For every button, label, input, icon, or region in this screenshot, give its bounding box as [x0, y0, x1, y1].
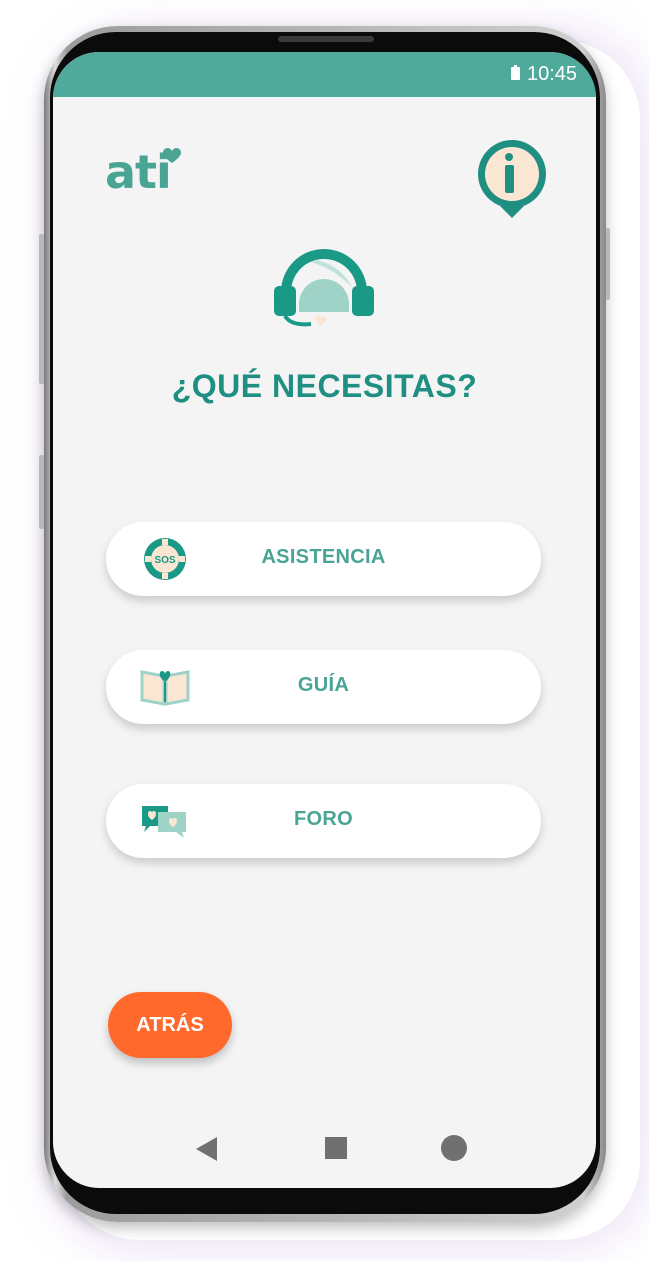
- device-side-button: [39, 455, 44, 529]
- logo-heart-icon: [163, 148, 181, 163]
- home-square-icon[interactable]: [325, 1137, 347, 1159]
- back-triangle-icon[interactable]: [195, 1136, 219, 1162]
- app-logo: ati: [105, 145, 172, 199]
- status-time: 10:45: [527, 63, 578, 85]
- headset-icon: [274, 249, 374, 327]
- device-side-button: [606, 228, 610, 300]
- device-side-button: [39, 234, 44, 384]
- assistance-button[interactable]: SOS ASISTENCIA: [106, 522, 541, 596]
- info-bubble-icon[interactable]: [474, 138, 550, 220]
- back-button[interactable]: ATRÁS: [108, 992, 232, 1058]
- guide-label: GUÍA: [297, 674, 350, 696]
- forum-button[interactable]: FORO: [106, 784, 541, 858]
- page-title: ¿QUÉ NECESITAS?: [171, 368, 478, 404]
- assistance-label: ASISTENCIA: [261, 546, 386, 568]
- phone-screen: 10:45 ati ¿QUÉ NECESITAS? SOS ASISTENCIA: [53, 52, 596, 1188]
- forum-label: FORO: [294, 808, 353, 830]
- battery-icon: [511, 65, 520, 80]
- status-bar: 10:45: [53, 52, 596, 97]
- recents-circle-icon[interactable]: [441, 1135, 467, 1161]
- device-speaker: [278, 36, 374, 42]
- guide-button[interactable]: GUÍA: [106, 650, 541, 724]
